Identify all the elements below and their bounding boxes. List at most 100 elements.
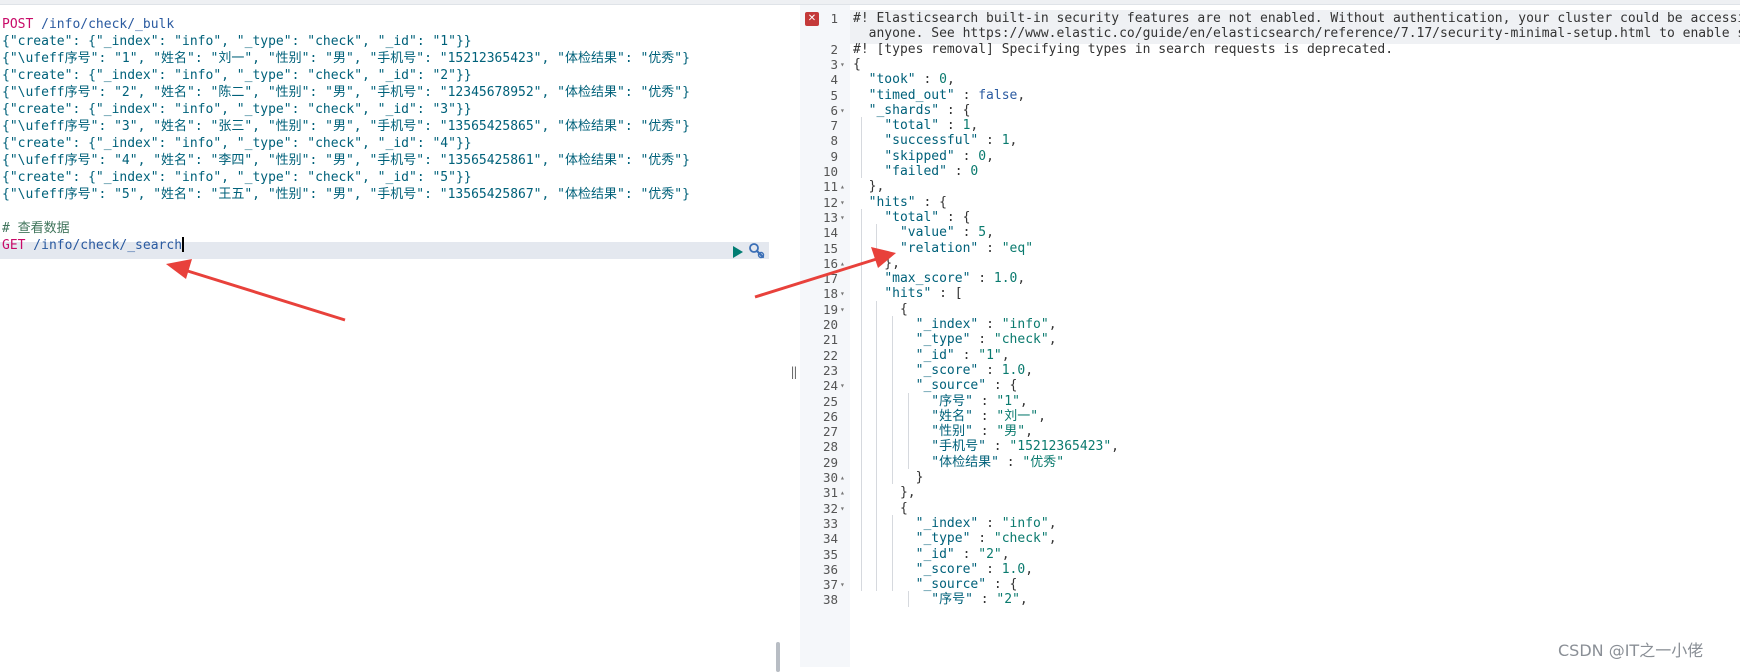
code-token: {"\ufeff序号": "4", "姓名": "李四", "性别": "男",… xyxy=(2,153,690,168)
code-token: , xyxy=(1111,439,1119,455)
code-token: : xyxy=(978,133,1002,149)
code-token: : xyxy=(946,164,971,179)
request-editor-scrollbar[interactable] xyxy=(776,642,780,672)
request-line: # 查看数据 xyxy=(2,220,70,237)
fold-collapse-icon[interactable]: ▾ xyxy=(840,377,845,394)
code-token: , xyxy=(1048,317,1057,332)
request-line: {"create": {"_index": "info", "_type": "… xyxy=(2,67,472,84)
fold-collapse-icon[interactable]: ▾ xyxy=(840,500,845,517)
code-token: : xyxy=(970,531,994,547)
code-token: : xyxy=(978,362,1002,378)
code-token: : xyxy=(954,225,979,241)
fold-collapse-icon[interactable]: ▾ xyxy=(840,301,845,318)
fold-collapse-icon[interactable]: ▾ xyxy=(840,209,845,226)
code-token: , xyxy=(1009,133,1018,149)
code-token: {"create": {"_index": "info", "_type": "… xyxy=(2,34,472,49)
code-token: {"\ufeff序号": "1", "姓名": "刘一", "性别": "男",… xyxy=(2,51,690,66)
code-token: "skipped" xyxy=(884,148,955,164)
code-token: : xyxy=(972,592,997,608)
code-token: GET xyxy=(2,238,26,253)
code-token: "_index" xyxy=(915,515,979,531)
code-token: {"create": {"_index": "info", "_type": "… xyxy=(2,170,472,185)
fold-collapse-icon[interactable]: ▾ xyxy=(840,102,845,119)
request-line: {"\ufeff序号": "2", "姓名": "陈二", "性别": "男",… xyxy=(2,84,690,101)
text-cursor xyxy=(182,237,185,252)
request-line: {"\ufeff序号": "1", "姓名": "刘一", "性别": "男",… xyxy=(2,50,690,67)
request-line: {"\ufeff序号": "3", "姓名": "张三", "性别": "男",… xyxy=(2,118,690,135)
code-token: "性别" xyxy=(931,424,973,440)
code-token: , xyxy=(946,72,955,88)
code-token: "_score" xyxy=(915,561,979,577)
code-token: "优秀" xyxy=(1022,454,1065,470)
fold-collapse-icon[interactable]: ▾ xyxy=(840,576,845,593)
code-token: 1.0 xyxy=(1001,561,1026,577)
code-token: : xyxy=(954,347,979,363)
code-token: "info" xyxy=(1001,317,1049,332)
code-token: "﻿序号" xyxy=(931,393,973,409)
code-token: {"create": {"_index": "info", "_type": "… xyxy=(2,102,472,117)
code-token: 1.0 xyxy=(1001,362,1026,378)
code-token: #! [types removal] Specifying types in s… xyxy=(853,41,1394,57)
code-token: /info/check/_bulk xyxy=(33,17,175,32)
response-line: "﻿序号" : "2", xyxy=(853,591,1027,608)
code-token: "_index" xyxy=(915,317,979,332)
request-line: {"create": {"_index": "info", "_type": "… xyxy=(2,33,472,50)
code-token: , xyxy=(1001,347,1010,363)
wrench-icon[interactable] xyxy=(748,242,766,260)
code-token: "_source" xyxy=(915,378,987,394)
code-token: , xyxy=(986,225,994,241)
code-token: "2" xyxy=(996,592,1020,608)
code-token: "_id" xyxy=(915,546,955,562)
code-token: "1" xyxy=(978,347,1002,363)
code-token: : xyxy=(954,87,979,103)
code-token: "total" xyxy=(884,209,940,225)
code-token: 5 xyxy=(978,225,987,241)
code-token: : xyxy=(915,72,940,88)
code-token: "eq" xyxy=(1001,240,1034,256)
code-token: : { xyxy=(939,102,971,118)
code-token: , xyxy=(1017,87,1026,103)
code-token: , xyxy=(1019,393,1028,409)
code-token: : [ xyxy=(931,286,963,302)
request-editor[interactable]: POST /info/check/_bulk {"create": {"_inde… xyxy=(0,5,780,672)
fold-expand-icon[interactable]: ▴ xyxy=(840,255,845,272)
play-icon[interactable] xyxy=(733,246,743,258)
fold-collapse-icon[interactable]: ▾ xyxy=(840,56,845,73)
code-token: , xyxy=(1025,424,1033,440)
panel-resize-handle[interactable]: ‖ xyxy=(790,365,798,379)
code-token: : { xyxy=(986,378,1018,394)
code-token: : { xyxy=(915,194,947,210)
watermark: CSDN @IT之一小佬 xyxy=(1558,641,1704,660)
response-panel[interactable]: ✕ 1 #! Elasticsearch built-in security fe… xyxy=(800,5,1740,667)
code-token: , xyxy=(1025,362,1034,378)
code-token: { xyxy=(853,500,908,516)
code-token: {"\ufeff序号": "2", "姓名": "陈二", "性别": "男",… xyxy=(2,85,690,100)
code-token: "15212365423" xyxy=(1009,439,1112,455)
code-token: , xyxy=(1048,515,1057,531)
code-token: "刘一" xyxy=(996,408,1039,424)
code-token: false xyxy=(978,87,1018,103)
request-line: POST /info/check/_bulk xyxy=(2,16,174,33)
code-token: "﻿序号" xyxy=(931,592,973,608)
code-token: 1.0 xyxy=(993,271,1018,287)
code-token: "took" xyxy=(868,72,916,88)
code-token: anyone. See https://www.elastic.co/guide… xyxy=(853,26,1740,42)
code-token: #! Elasticsearch built-in security featu… xyxy=(853,11,1740,26)
